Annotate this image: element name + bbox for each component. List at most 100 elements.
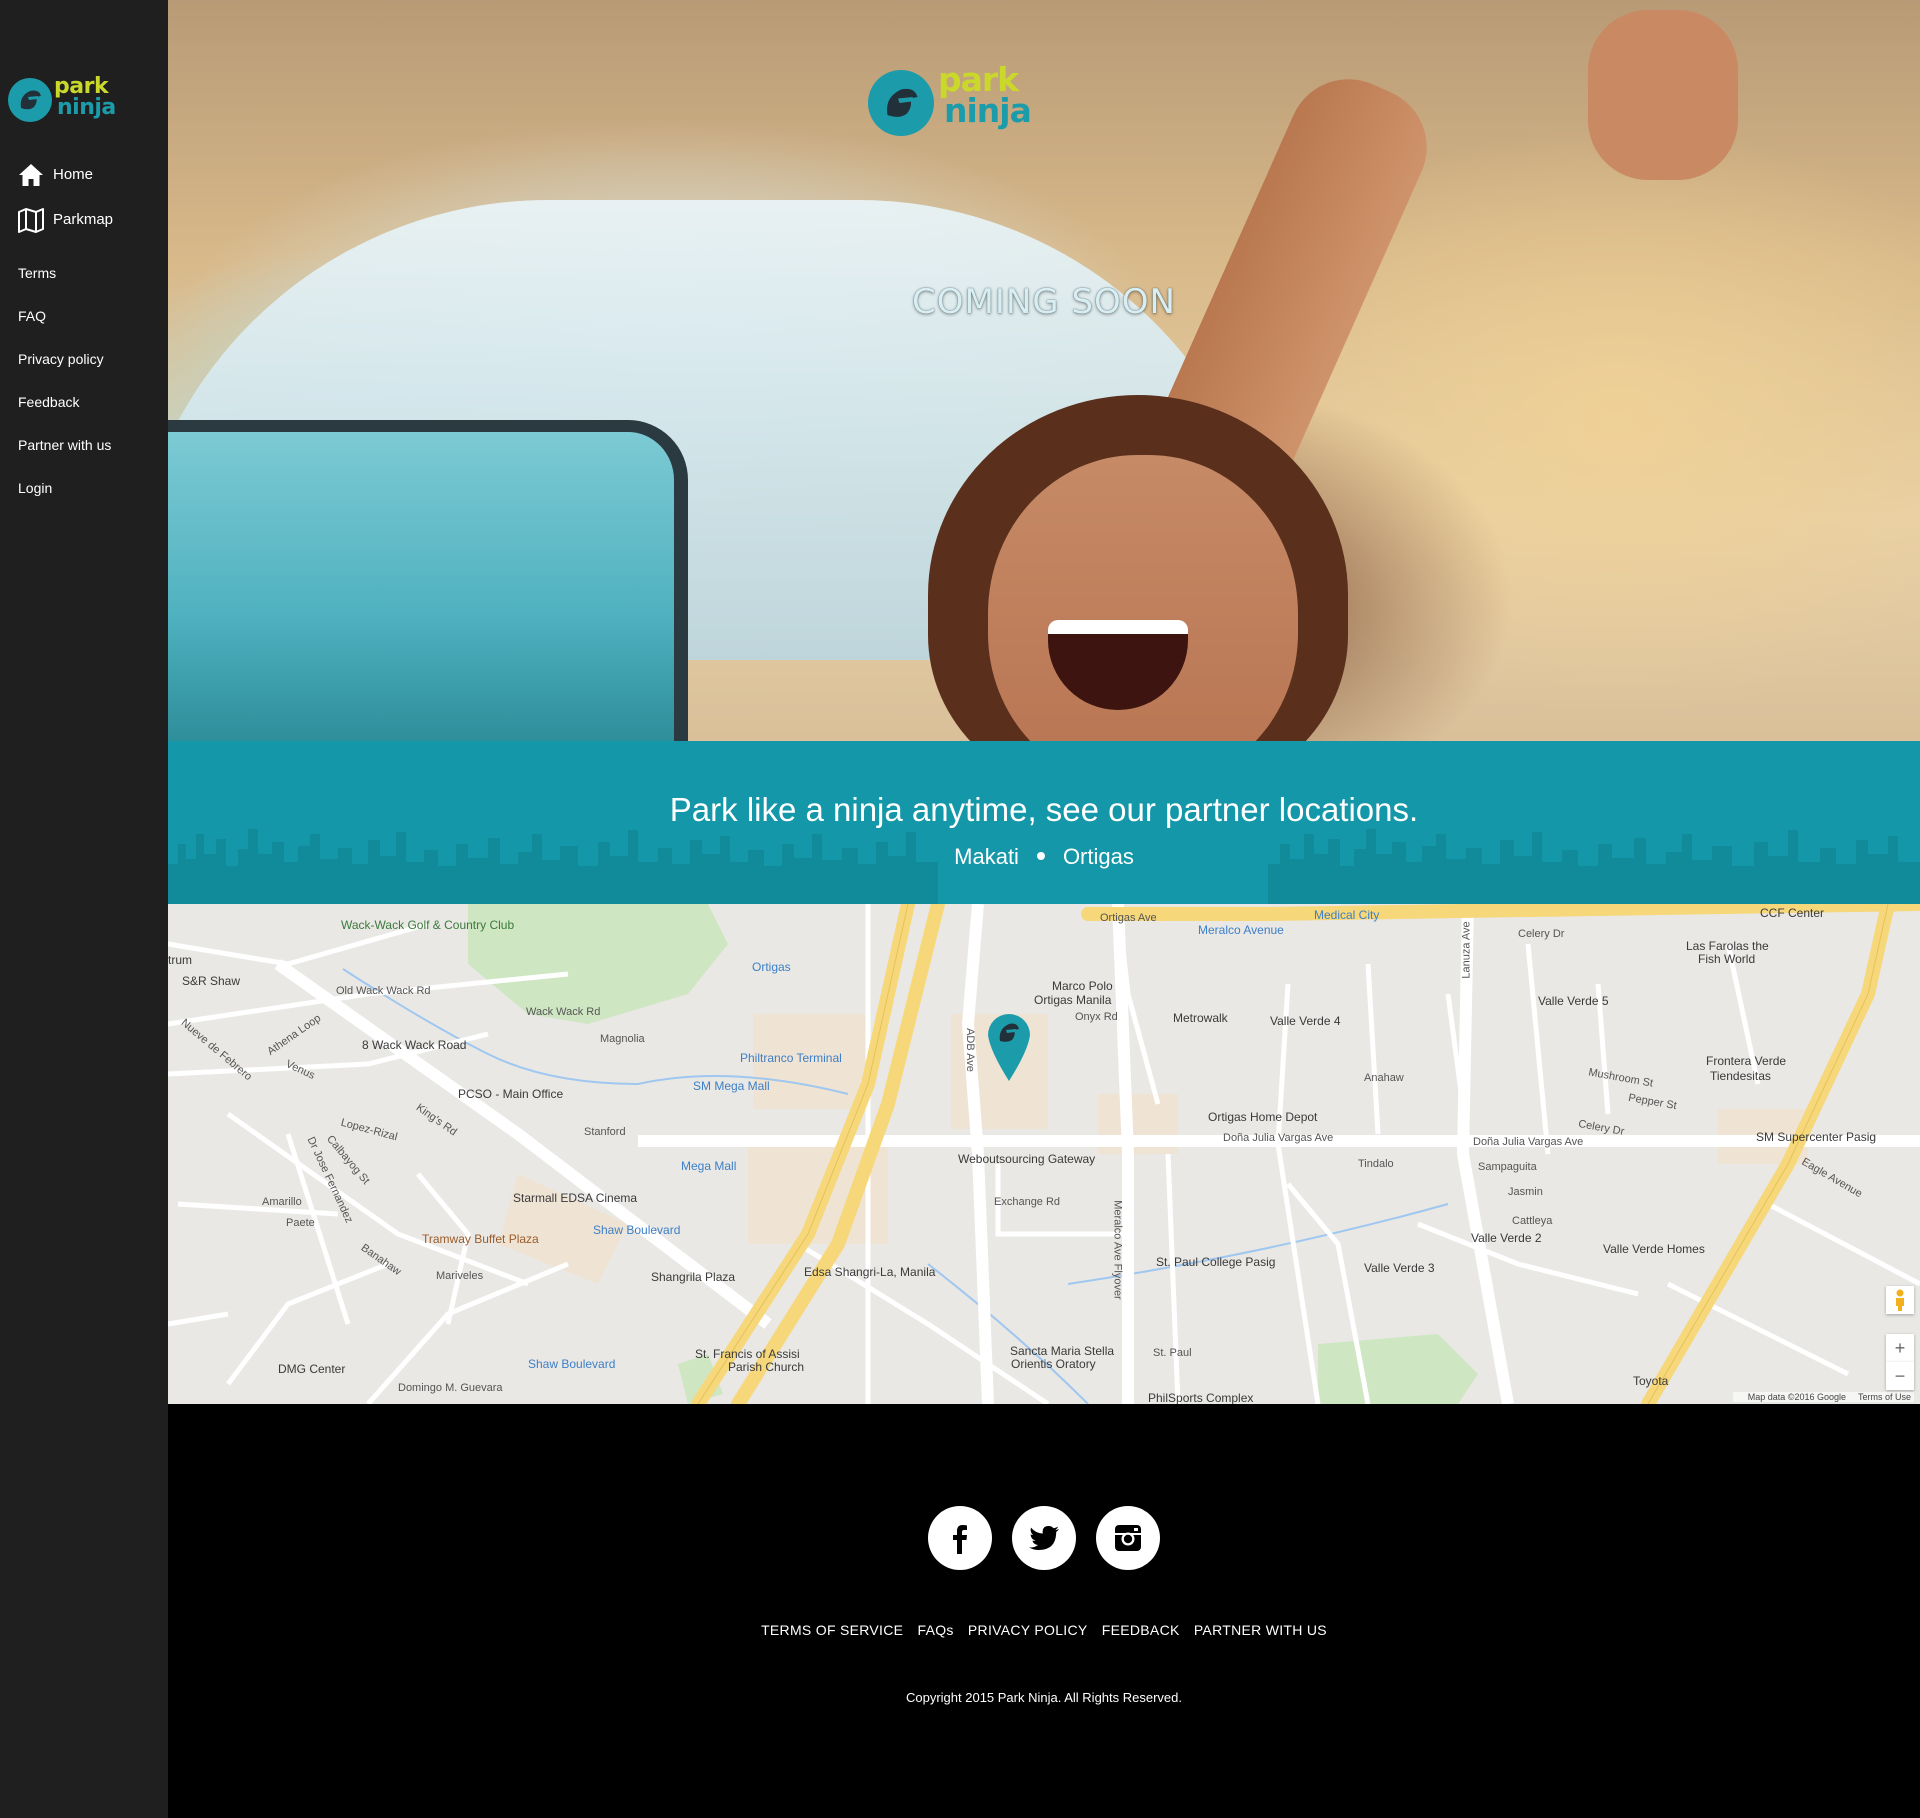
map-label: Shaw Boulevard <box>593 1223 681 1237</box>
footer-link-faqs[interactable]: FAQs <box>918 1622 954 1638</box>
map-label: Shangrila Plaza <box>651 1270 736 1284</box>
zoom-out-button[interactable]: − <box>1886 1362 1914 1390</box>
copyright-text: Copyright 2015 Park Ninja. All Rights Re… <box>905 1690 1183 1705</box>
map-label: Valle Verde 4 <box>1270 1014 1341 1028</box>
map-label: CCF Center <box>1760 906 1825 920</box>
map-label: Edsa Shangri-La, Manila <box>804 1265 936 1279</box>
primary-nav: Home Parkmap <box>0 152 168 242</box>
footer-link-privacy[interactable]: PRIVACY POLICY <box>968 1622 1088 1638</box>
ninja-logo-icon <box>8 78 52 122</box>
map-label: 8 Wack Wack Road <box>362 1038 467 1052</box>
sidebar: park ninja Home Parkmap Terms FAQ Privac… <box>0 0 168 1818</box>
map-label: St. Paul College Pasig <box>1156 1255 1276 1269</box>
map-label: Celery Dr <box>1518 928 1565 940</box>
map-label: Sampaguita <box>1478 1161 1537 1173</box>
map-label: Domingo M. Guevara <box>398 1382 503 1394</box>
map-label: Orientis Oratory <box>1011 1357 1096 1371</box>
location-pin-icon[interactable] <box>986 1011 1032 1081</box>
map-label: Las Farolas the <box>1686 939 1769 953</box>
nav-terms[interactable]: Terms <box>0 252 168 295</box>
map-label: Mega Mall <box>681 1159 737 1173</box>
partner-locations-band: Park like a ninja anytime, see our partn… <box>168 741 1920 904</box>
map-label: Valle Verde Homes <box>1603 1242 1705 1256</box>
hero-photo-fist <box>1588 10 1738 180</box>
map-label: Medical City <box>1314 908 1380 922</box>
nav-login[interactable]: Login <box>0 467 168 510</box>
nav-feedback[interactable]: Feedback <box>0 381 168 424</box>
footer-link-partner[interactable]: PARTNER WITH US <box>1194 1622 1327 1638</box>
logo-word-ninja: ninja <box>57 95 116 120</box>
map-label: Wack Wack Rd <box>526 1006 601 1018</box>
map-label: Lanuza Ave <box>1460 921 1473 979</box>
map-label: Jasmin <box>1508 1186 1543 1198</box>
map-label: Weboutsourcing Gateway <box>958 1152 1096 1166</box>
twitter-icon <box>1029 1526 1059 1550</box>
map-label: Wack-Wack Golf & Country Club <box>341 918 515 932</box>
map-label: Shaw Boulevard <box>528 1357 616 1371</box>
map-label: Valle Verde 3 <box>1364 1261 1435 1275</box>
facebook-button[interactable] <box>928 1506 992 1570</box>
map-label: Amarillo <box>262 1196 302 1208</box>
map-label: Ortigas <box>752 960 791 974</box>
map-data-credit: Map data ©2016 Google <box>1747 1392 1846 1402</box>
map-label: Doña Julia Vargas Ave <box>1223 1132 1334 1144</box>
map-label: PCSO - Main Office <box>458 1087 564 1101</box>
nav-privacy-policy[interactable]: Privacy policy <box>0 338 168 381</box>
nav-partner-with-us[interactable]: Partner with us <box>0 424 168 467</box>
map-label: Metrowalk <box>1173 1011 1228 1025</box>
hero-logo-word-ninja: ninja <box>944 91 1032 130</box>
map-label: Ortigas Home Depot <box>1208 1110 1318 1124</box>
map-label: Starmall EDSA Cinema <box>513 1191 638 1205</box>
map-label: Exchange Rd <box>994 1196 1061 1208</box>
map-label: Toyota <box>1633 1374 1669 1388</box>
map-label: St. Francis of Assisi <box>695 1347 800 1361</box>
home-icon <box>19 163 43 186</box>
map-label: Paete <box>286 1217 315 1229</box>
map-label: Fish World <box>1698 952 1756 966</box>
footer-link-terms[interactable]: TERMS OF SERVICE <box>761 1622 903 1638</box>
footer-link-feedback[interactable]: FEEDBACK <box>1102 1622 1180 1638</box>
map-icon <box>18 207 44 233</box>
map-label: Stanford <box>584 1126 626 1138</box>
street-view-pegman-icon[interactable] <box>1886 1286 1914 1314</box>
zoom-in-button[interactable]: + <box>1886 1334 1914 1362</box>
map-label: Onyx Rd <box>1075 1011 1118 1023</box>
nav-home-label: Home <box>53 166 94 183</box>
map-label: Ortigas Manila <box>1034 993 1112 1007</box>
map-label: SM Mega Mall <box>693 1079 770 1093</box>
map-label: Tramway Buffet Plaza <box>422 1232 539 1246</box>
map-label: DMG Center <box>278 1362 346 1376</box>
coming-soon-heading: COMING SOON <box>912 282 1176 322</box>
map-label: trum <box>168 953 192 967</box>
partner-headline: Park like a ninja anytime, see our partn… <box>669 791 1419 828</box>
map-label: Sancta Maria Stella <box>1010 1344 1115 1358</box>
social-links <box>168 1506 1920 1570</box>
partner-map[interactable]: Wack-Wack Golf & Country Club Ortigas Av… <box>168 904 1920 1404</box>
city-separator-dot <box>1036 852 1045 861</box>
nav-home[interactable]: Home <box>0 152 168 197</box>
nav-parkmap[interactable]: Parkmap <box>0 197 168 242</box>
facebook-icon <box>953 1525 967 1554</box>
park-ninja-logo[interactable]: park ninja <box>8 74 120 126</box>
footer: TERMS OF SERVICE FAQs PRIVACY POLICY FEE… <box>168 1404 1920 1818</box>
map-label: Tindalo <box>1358 1158 1394 1170</box>
nav-faq[interactable]: FAQ <box>0 295 168 338</box>
city-link-makati[interactable]: Makati <box>954 844 1019 869</box>
map-label: ADB Ave <box>963 1028 976 1072</box>
twitter-button[interactable] <box>1012 1506 1076 1570</box>
instagram-button[interactable] <box>1096 1506 1160 1570</box>
map-label: Anahaw <box>1364 1072 1404 1084</box>
hero-logo: park ninja <box>868 63 1068 148</box>
partner-city-list: Makati Ortigas <box>168 844 1920 870</box>
map-label: Mariveles <box>436 1270 484 1282</box>
map-label: Cattleya <box>1512 1215 1553 1227</box>
logo-word-park: park <box>54 74 109 99</box>
map-label: Valle Verde 2 <box>1471 1231 1542 1245</box>
map-label: Ortigas Ave <box>1100 912 1157 924</box>
map-label: Valle Verde 5 <box>1538 994 1609 1008</box>
map-label: Marco Polo <box>1052 979 1113 993</box>
map-terms-link[interactable]: Terms of Use <box>1858 1392 1911 1402</box>
map-attribution: Map data ©2016 Google Terms of Use <box>1732 1392 1914 1402</box>
map-label: S&R Shaw <box>182 974 241 988</box>
city-link-ortigas[interactable]: Ortigas <box>1063 844 1134 869</box>
